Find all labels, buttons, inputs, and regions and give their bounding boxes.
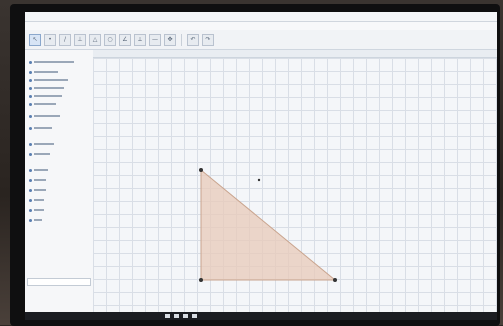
object-dot-icon [29, 114, 32, 118]
polygon-icon[interactable]: △ [89, 33, 101, 46]
object-dot-icon [29, 60, 32, 64]
list-item[interactable] [29, 70, 58, 74]
list-item[interactable] [29, 60, 74, 64]
algebra-panel [25, 50, 94, 312]
line-icon[interactable]: / [59, 33, 71, 46]
list-item[interactable] [29, 142, 54, 146]
list-item-text [34, 87, 64, 89]
list-item[interactable] [29, 218, 42, 222]
construction-canvas [199, 168, 337, 282]
list-item-text [34, 95, 62, 97]
taskbar-app-icon[interactable] [183, 314, 188, 318]
object-dot-icon [29, 208, 32, 212]
list-item[interactable] [29, 152, 50, 156]
perpendicular-icon[interactable]: ⊥ [74, 33, 86, 46]
list-item[interactable] [29, 198, 44, 202]
list-item[interactable] [29, 102, 56, 106]
list-item[interactable] [29, 168, 48, 172]
list-item[interactable] [29, 94, 62, 98]
list-item[interactable] [29, 114, 60, 118]
list-item-text [34, 179, 46, 181]
toolbar-separator [181, 33, 182, 46]
point-a[interactable] [199, 168, 203, 172]
object-dot-icon [29, 198, 32, 202]
list-item-text [34, 189, 46, 191]
point-icon[interactable]: • [44, 33, 56, 46]
menu-bar [25, 22, 497, 30]
object-dot-icon [29, 126, 32, 130]
point-b[interactable] [199, 278, 203, 282]
angle-icon[interactable]: ∠ [119, 33, 131, 46]
list-item-text [34, 209, 44, 211]
taskbar [25, 312, 497, 320]
list-item[interactable] [29, 208, 44, 212]
list-item-text [34, 71, 58, 73]
graphics-view-header [93, 50, 497, 58]
object-dot-icon [29, 152, 32, 156]
list-item-text [34, 127, 52, 129]
list-item[interactable] [29, 126, 52, 130]
list-item-text [34, 169, 48, 171]
window-title-bar [25, 12, 497, 22]
list-item[interactable] [29, 188, 46, 192]
object-dot-icon [29, 142, 32, 146]
undo-icon[interactable]: ↶ [187, 33, 199, 46]
tool-bar: ↖ • / ⊥ △ ○ ∠ ⟂ — ✥ ↶ ↷ [25, 30, 497, 50]
triangle-shape[interactable] [200, 168, 337, 281]
point-c[interactable] [333, 278, 337, 282]
object-dot-icon [29, 102, 32, 106]
move-view-icon[interactable]: ✥ [164, 33, 176, 46]
object-dot-icon [29, 168, 32, 172]
taskbar-app-icon[interactable] [174, 314, 179, 318]
list-item-text [34, 143, 54, 145]
circle-icon[interactable]: ○ [104, 33, 116, 46]
list-item-text [34, 115, 60, 117]
list-item[interactable] [29, 86, 64, 90]
pointer-icon[interactable]: ↖ [29, 33, 41, 46]
object-dot-icon [29, 86, 32, 90]
taskbar-app-icon[interactable] [165, 314, 170, 318]
point-d[interactable] [257, 178, 261, 182]
list-item-text [34, 103, 56, 105]
list-item[interactable] [29, 78, 68, 82]
app-window: ↖ • / ⊥ △ ○ ∠ ⟂ — ✥ ↶ ↷ [25, 12, 497, 320]
slider-icon[interactable]: — [149, 33, 161, 46]
object-dot-icon [29, 188, 32, 192]
object-dot-icon [29, 94, 32, 98]
algebra-input-field[interactable] [27, 278, 91, 286]
reflect-icon[interactable]: ⟂ [134, 33, 146, 46]
list-item-text [34, 199, 44, 201]
redo-icon[interactable]: ↷ [202, 33, 214, 46]
list-item-text [34, 153, 50, 155]
list-item[interactable] [29, 178, 46, 182]
object-dot-icon [29, 78, 32, 82]
object-dot-icon [29, 70, 32, 74]
object-dot-icon [29, 218, 32, 222]
object-dot-icon [29, 178, 32, 182]
graphics-view[interactable] [93, 58, 497, 312]
list-item-text [34, 61, 74, 63]
list-item-text [34, 219, 42, 221]
list-item-text [34, 79, 68, 81]
taskbar-app-icon[interactable] [192, 314, 197, 318]
